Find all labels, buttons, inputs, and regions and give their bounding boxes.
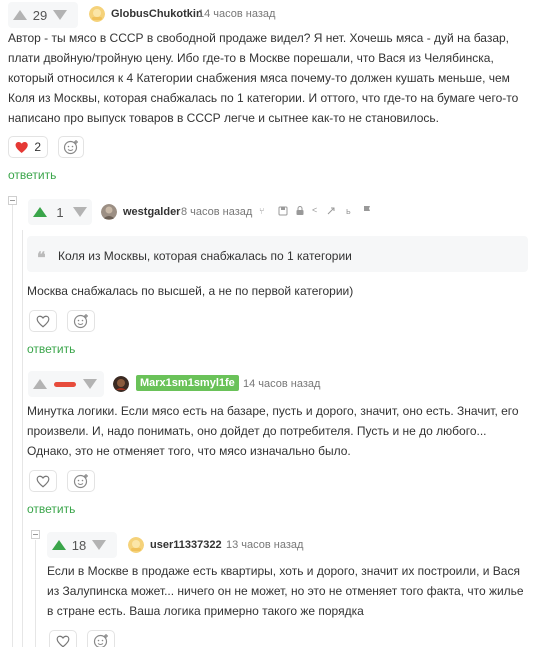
comment-text: Москва снабжалась по высшей, а не по пер…: [27, 284, 354, 298]
comment-time[interactable]: 14 часов назад: [243, 378, 320, 390]
hide-icon[interactable]: ь: [346, 206, 351, 216]
comment-vote-box: 1: [28, 199, 92, 225]
upvote-icon: [13, 10, 27, 20]
upvote-button[interactable]: [8, 2, 32, 28]
vote-count: 1: [56, 204, 64, 220]
upvote-button[interactable]: [28, 371, 52, 397]
like-button[interactable]: [29, 310, 57, 332]
quote-icon: ❝: [37, 248, 46, 267]
avatar[interactable]: [128, 537, 144, 553]
add-reaction-button[interactable]: [58, 136, 84, 158]
comment-vote-box: 18: [47, 532, 117, 558]
downvote-icon: [83, 379, 97, 389]
heart-icon: [36, 475, 50, 487]
quote-text: Коля из Москвы, которая снабжалась по 1 …: [58, 249, 352, 263]
thread-line: [22, 230, 23, 647]
upvote-icon: [52, 540, 66, 550]
upvote-icon: [33, 207, 47, 217]
heart-icon: [15, 141, 28, 153]
comment-author[interactable]: user11337322: [150, 539, 222, 551]
upvote-icon: [33, 379, 47, 389]
vote-count: 29: [32, 7, 48, 23]
downvote-button[interactable]: [48, 2, 72, 28]
avatar[interactable]: [101, 204, 117, 220]
flag-icon[interactable]: [362, 205, 372, 216]
collapse-toggle[interactable]: [31, 530, 40, 539]
like-button[interactable]: 2: [8, 136, 48, 158]
share-icon[interactable]: <: [312, 205, 317, 215]
comment-vote-box: 29: [8, 2, 78, 28]
comment-author[interactable]: GlobusChukotkin: [111, 8, 203, 20]
downvote-icon: [53, 10, 67, 20]
comment-text: Если в Москве в продаже есть квартиры, х…: [47, 564, 524, 618]
negative-rating-indicator: [54, 381, 76, 387]
comment-text: Минутка логики. Если мясо есть на базаре…: [27, 404, 519, 458]
reply-link[interactable]: ответить: [27, 342, 75, 356]
thread-line: [35, 540, 36, 647]
downvote-button[interactable]: [78, 371, 102, 397]
comment-time[interactable]: 13 часов назад: [226, 539, 303, 551]
add-reaction-button[interactable]: [67, 310, 95, 332]
reply-link[interactable]: ответить: [27, 502, 75, 516]
save-icon[interactable]: [278, 206, 288, 216]
comment-vote-box: [28, 371, 104, 397]
upvote-button[interactable]: [47, 532, 71, 558]
downvote-button[interactable]: [68, 199, 92, 225]
emoji-add-icon: [73, 314, 88, 329]
like-button[interactable]: [29, 470, 57, 492]
quote-block: ❝ Коля из Москвы, которая снабжалась по …: [27, 236, 528, 272]
add-reaction-button[interactable]: [87, 630, 115, 647]
vote-count: 18: [71, 537, 87, 553]
comment-author[interactable]: Marx1sm1smyl1fe: [136, 375, 239, 391]
add-reaction-button[interactable]: [67, 470, 95, 492]
emoji-add-icon: [73, 474, 88, 489]
downvote-icon: [92, 540, 106, 550]
heart-icon: [56, 635, 70, 647]
comment-author[interactable]: westgalder: [123, 206, 180, 218]
like-count: 2: [34, 140, 41, 154]
like-button[interactable]: [49, 630, 77, 647]
reply-link[interactable]: ответить: [8, 168, 56, 182]
comment-time[interactable]: 8 часов назад: [181, 206, 252, 218]
emoji-add-icon: [63, 140, 78, 155]
thread-line: [12, 205, 13, 647]
avatar[interactable]: [89, 6, 105, 22]
collapse-toggle[interactable]: [8, 196, 17, 205]
emoji-add-icon: [93, 634, 108, 647]
branch-icon[interactable]: ⑂: [259, 206, 264, 216]
heart-icon: [36, 315, 50, 327]
lock-icon[interactable]: [295, 205, 305, 216]
comment-time[interactable]: 14 часов назад: [198, 8, 275, 20]
downvote-icon: [73, 207, 87, 217]
downvote-button[interactable]: [87, 532, 111, 558]
comment-text: Автор - ты мясо в СССР в свободной прода…: [8, 31, 519, 125]
avatar[interactable]: [113, 376, 129, 392]
upvote-button[interactable]: [28, 199, 52, 225]
link-icon[interactable]: [326, 206, 336, 216]
